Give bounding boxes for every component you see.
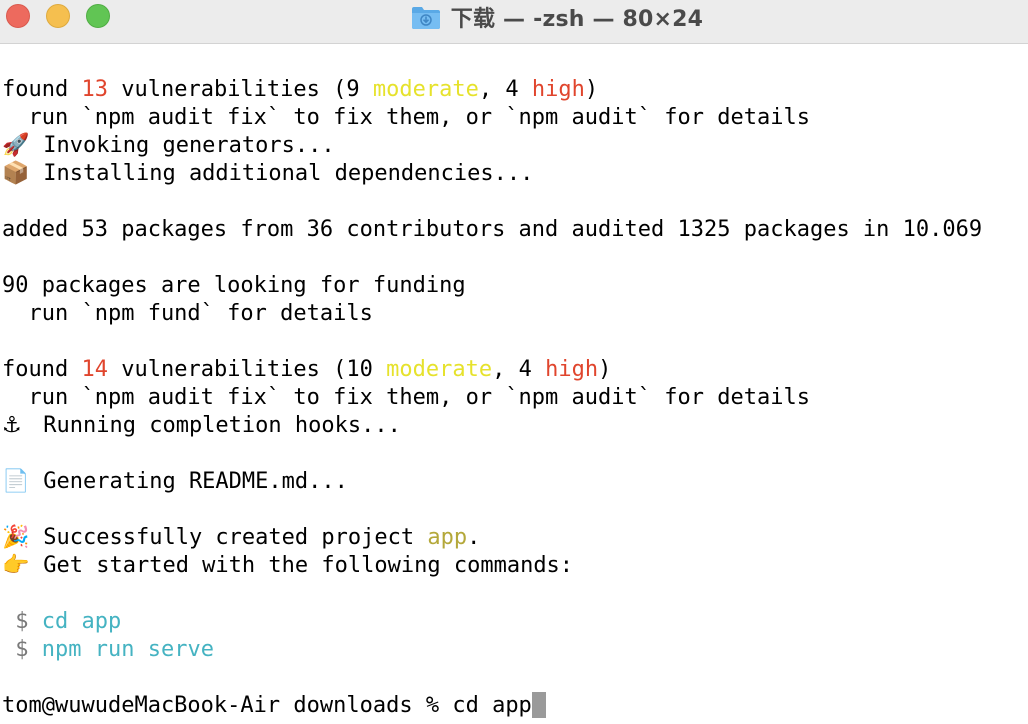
prompt-line[interactable]: tom@wuwudeMacBook-Air downloads % cd app (2, 692, 546, 720)
window-title: 下载 — -zsh — 80×24 (450, 7, 704, 32)
output-line: ⚓ Running completion hooks... (2, 413, 401, 438)
output-line: 👉 Get started with the following command… (2, 553, 574, 578)
command-hint: $ npm run serve (2, 637, 214, 662)
output-line: run `npm fund` for details (2, 301, 373, 326)
terminal-window: 下载 — -zsh — 80×24 found 13 vulnerabiliti… (0, 0, 1028, 724)
close-button[interactable] (6, 4, 30, 28)
output-line: run `npm audit fix` to fix them, or `npm… (2, 105, 810, 130)
package-icon: 📦 (2, 161, 30, 186)
document-icon: 📄 (2, 469, 30, 494)
output-line: 🚀 Invoking generators... (2, 133, 335, 158)
output-line: 📦 Installing additional dependencies... (2, 161, 534, 186)
command-hint: $ cd app (2, 609, 122, 634)
output-line: added 53 packages from 36 contributors a… (2, 217, 983, 242)
title-bar[interactable]: 下载 — -zsh — 80×24 (0, 0, 1028, 44)
output-line: found 14 vulnerabilities (10 moderate, 4… (2, 357, 612, 382)
output-line: 📄 Generating README.md... (2, 469, 348, 494)
output-line: 🎉 Successfully created project app. (2, 525, 481, 550)
pointing-hand-icon: 👉 (2, 553, 30, 578)
shell-prompt: tom@wuwudeMacBook-Air downloads % cd app (2, 693, 532, 718)
text-cursor (531, 692, 546, 718)
output-line: found 13 vulnerabilities (9 moderate, 4 … (2, 77, 599, 102)
minimize-button[interactable] (46, 4, 70, 28)
output-line: 90 packages are looking for funding (2, 273, 466, 298)
downloads-folder-icon (411, 7, 440, 29)
output-line: run `npm audit fix` to fix them, or `npm… (2, 385, 810, 410)
rocket-icon: 🚀 (2, 133, 30, 158)
title-container: 下载 — -zsh — 80×24 (0, 0, 1028, 34)
zoom-button[interactable] (86, 4, 110, 28)
party-popper-icon: 🎉 (2, 525, 30, 550)
anchor-icon: ⚓ (2, 413, 22, 438)
terminal-output[interactable]: found 13 vulnerabilities (9 moderate, 4 … (0, 62, 1028, 724)
title-group: 下载 — -zsh — 80×24 (411, 1, 703, 33)
